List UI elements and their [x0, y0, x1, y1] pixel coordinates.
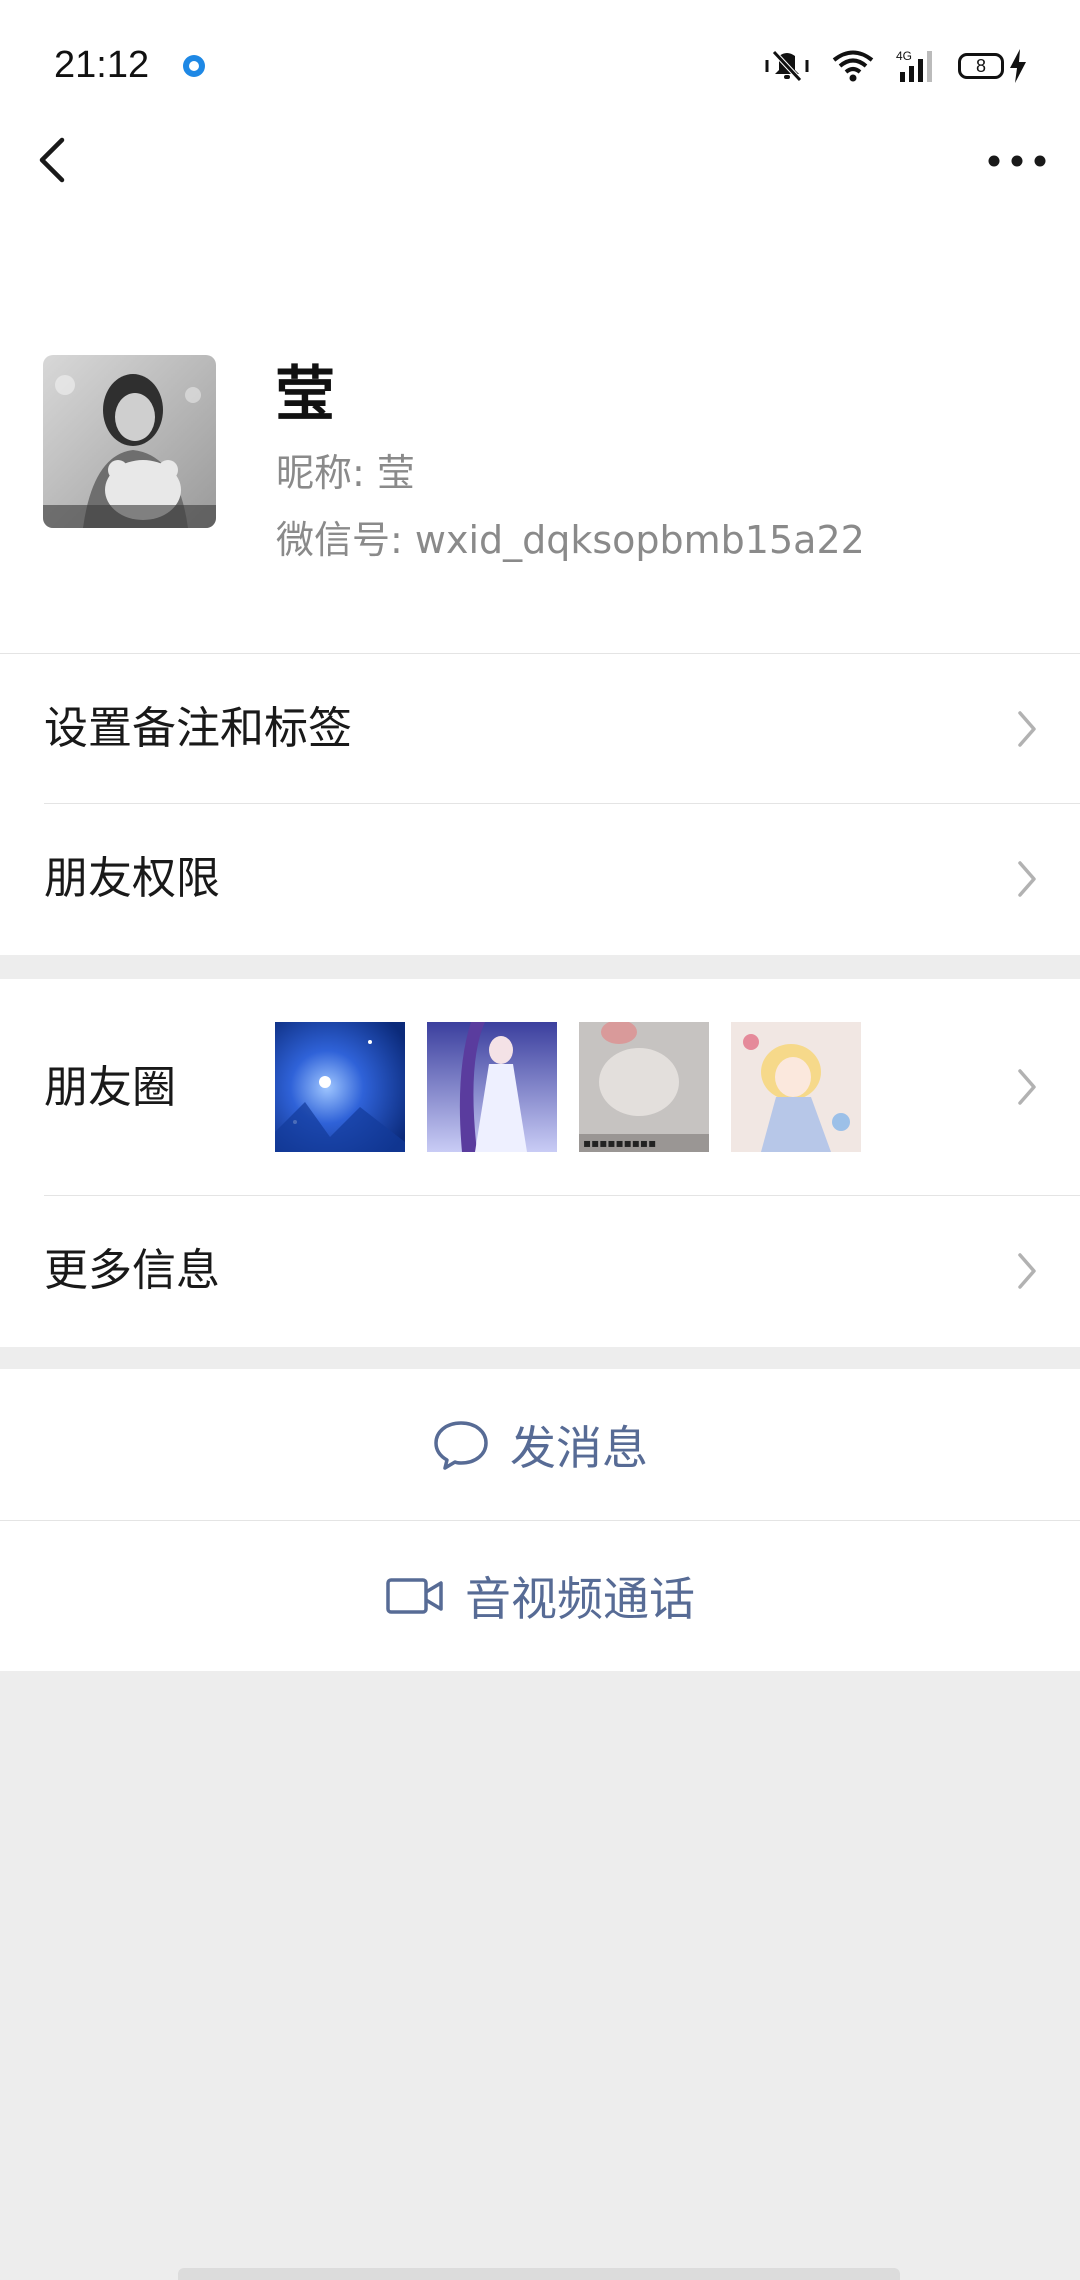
status-time: 21:12 [54, 44, 150, 86]
video-camera-icon [386, 1578, 443, 1614]
cellular-4g-icon: 4G [896, 49, 932, 82]
send-message-button[interactable]: 发消息 [0, 1369, 1080, 1520]
svg-text:▪▪▪▪▪▪▪▪▪: ▪▪▪▪▪▪▪▪▪ [583, 1136, 656, 1150]
chevron-right-icon [1018, 1253, 1036, 1289]
display-name: 莹 [275, 360, 335, 430]
more-dots-icon[interactable] [982, 136, 1052, 186]
video-call-label: 音视频通话 [465, 1572, 695, 1626]
more-info-row[interactable]: 更多信息 [0, 1196, 1080, 1347]
home-indicator[interactable] [178, 2268, 900, 2280]
chevron-right-icon [1018, 711, 1036, 747]
set-remark-label: 设置备注和标签 [44, 703, 352, 754]
chat-bubble-icon [434, 1420, 488, 1470]
chevron-right-icon [1018, 1069, 1036, 1105]
set-remark-row[interactable]: 设置备注和标签 [0, 654, 1080, 804]
moments-thumbnail [275, 1022, 405, 1152]
chevron-right-icon [1018, 861, 1036, 897]
video-call-button[interactable]: 音视频通话 [0, 1521, 1080, 1671]
status-icons: 4G 8 [742, 48, 1028, 84]
status-bar: 21:12 4G 8 [0, 0, 1080, 130]
back-arrow-icon[interactable] [28, 128, 88, 192]
friend-permissions-label: 朋友权限 [44, 853, 220, 904]
friend-permissions-row[interactable]: 朋友权限 [0, 804, 1080, 955]
moments-thumbnail: ▪▪▪▪▪▪▪▪▪ [579, 1022, 709, 1152]
wifi-icon [832, 50, 874, 82]
avatar[interactable] [43, 355, 216, 528]
notification-dot-icon [183, 55, 205, 77]
send-message-label: 发消息 [510, 1420, 648, 1475]
vibrate-mute-icon [765, 50, 809, 82]
svg-text:4G: 4G [896, 49, 912, 63]
more-info-label: 更多信息 [44, 1245, 220, 1296]
battery-indicator: 8 [958, 53, 1004, 79]
nickname: 昵称: 莹 [276, 451, 415, 495]
charging-icon [1010, 49, 1026, 83]
wechat-id: 微信号: wxid_dqksopbmb15a22 [276, 518, 865, 562]
moments-thumbnail [731, 1022, 861, 1152]
moments-thumbnail [427, 1022, 557, 1152]
moments-label: 朋友圈 [44, 1062, 176, 1113]
